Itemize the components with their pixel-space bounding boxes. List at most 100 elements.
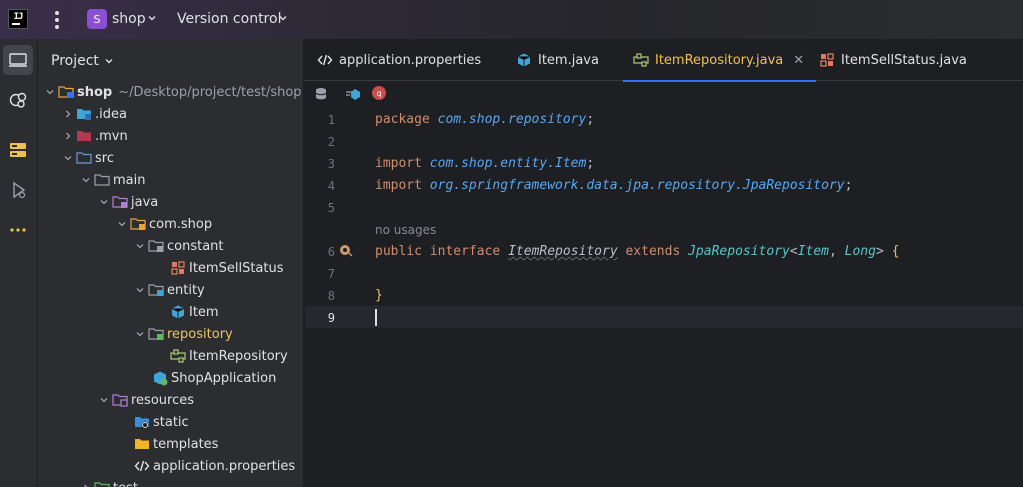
code-editor[interactable]: q 1 2 3 4 5 6 7 8 9 package com.shop.rep… bbox=[305, 82, 1023, 487]
line-number: 6 bbox=[327, 245, 335, 259]
text-caret bbox=[375, 309, 377, 326]
chevron-down-icon[interactable] bbox=[132, 238, 148, 254]
version-control-menu[interactable]: Version control bbox=[177, 11, 281, 27]
structure-icon[interactable] bbox=[3, 135, 33, 165]
line-number: 3 bbox=[327, 157, 335, 171]
tree-row-itemrepository[interactable]: ItemRepository bbox=[170, 345, 288, 367]
svg-text:q: q bbox=[376, 89, 381, 98]
code-line-1: package com.shop.repository; bbox=[375, 112, 595, 127]
chevron-down-icon[interactable] bbox=[147, 13, 157, 23]
code-line-4: import org.springframework.data.jpa.repo… bbox=[375, 178, 853, 193]
current-line-highlight bbox=[305, 306, 1023, 328]
tree-row-itemsellstatus[interactable]: ItemSellStatus bbox=[170, 257, 284, 279]
line-number: 8 bbox=[327, 289, 335, 303]
java-folder-icon bbox=[112, 194, 128, 210]
code-line-6: public interface ItemRepository extends … bbox=[375, 244, 900, 259]
line-number: 2 bbox=[327, 135, 335, 149]
services-icon[interactable] bbox=[3, 85, 33, 115]
folder-icon bbox=[134, 436, 150, 452]
project-name[interactable]: shop bbox=[112, 11, 146, 27]
chevron-down-icon[interactable] bbox=[104, 56, 114, 66]
line-number: 1 bbox=[327, 113, 335, 127]
qodana-icon[interactable]: q bbox=[372, 86, 386, 100]
interface-icon bbox=[633, 52, 649, 68]
tree-row-com-shop[interactable]: com.shop bbox=[114, 213, 212, 235]
source-folder-icon bbox=[76, 150, 92, 166]
spring-class-icon bbox=[152, 370, 168, 386]
tree-row-templates[interactable]: templates bbox=[134, 433, 218, 455]
tree-row-repository[interactable]: repository bbox=[132, 323, 233, 345]
tree-row-application-properties[interactable]: application.properties bbox=[134, 455, 295, 477]
more-icon[interactable] bbox=[3, 215, 33, 245]
line-number: 5 bbox=[327, 201, 335, 215]
chevron-down-icon[interactable] bbox=[114, 216, 130, 232]
entity-icon bbox=[516, 52, 532, 68]
close-icon[interactable]: ✕ bbox=[793, 53, 804, 68]
tree-row-entity[interactable]: entity bbox=[132, 279, 205, 301]
chevron-down-icon[interactable] bbox=[132, 282, 148, 298]
tree-row-mvn[interactable]: .mvn bbox=[60, 125, 128, 147]
title-bar: IJ S shop Version control bbox=[0, 0, 1023, 39]
line-number: 9 bbox=[327, 311, 335, 325]
project-badge[interactable]: S bbox=[87, 9, 107, 29]
chevron-right-icon[interactable] bbox=[60, 106, 76, 122]
database-icon[interactable] bbox=[313, 86, 329, 102]
panel-title[interactable]: Project bbox=[51, 53, 99, 69]
main-menu-icon[interactable] bbox=[49, 10, 65, 30]
tab-application-properties[interactable]: application.properties bbox=[317, 39, 481, 81]
chevron-down-icon[interactable] bbox=[78, 172, 94, 188]
tab-item-java[interactable]: Item.java bbox=[516, 39, 599, 81]
tree-row-idea[interactable]: .idea bbox=[60, 103, 127, 125]
folder-icon bbox=[76, 128, 92, 144]
tree-row-test[interactable]: test bbox=[78, 477, 138, 487]
tree-row-src[interactable]: src bbox=[60, 147, 114, 169]
package-icon bbox=[130, 216, 146, 232]
enum-icon bbox=[819, 52, 835, 68]
tree-row-shop[interactable]: shop ~/Desktop/project/test/shop bbox=[42, 81, 302, 103]
implementations-gutter-icon[interactable] bbox=[339, 243, 353, 261]
chevron-down-icon[interactable] bbox=[60, 150, 76, 166]
intellij-logo-icon[interactable]: IJ bbox=[8, 9, 28, 29]
tree-row-static[interactable]: static bbox=[134, 411, 189, 433]
interface-icon bbox=[170, 348, 186, 364]
line-number: 7 bbox=[327, 267, 335, 281]
properties-icon bbox=[317, 52, 333, 68]
tool-window-strip bbox=[0, 39, 38, 487]
editor-tabs: application.properties Item.java ItemRep… bbox=[305, 39, 1023, 82]
folder-icon bbox=[76, 106, 92, 122]
tree-row-main[interactable]: main bbox=[78, 169, 145, 191]
ai-assistant-icon[interactable] bbox=[345, 86, 361, 102]
chevron-down-icon[interactable] bbox=[96, 194, 112, 210]
code-line-3: import com.shop.entity.Item; bbox=[375, 156, 595, 171]
package-icon bbox=[148, 282, 164, 298]
entity-icon bbox=[170, 304, 186, 320]
module-folder-icon bbox=[58, 84, 74, 100]
package-icon bbox=[148, 326, 164, 342]
resources-folder-icon bbox=[112, 392, 128, 408]
debug-icon[interactable] bbox=[3, 175, 33, 205]
chevron-right-icon[interactable] bbox=[78, 480, 94, 487]
tab-itemrepository-java[interactable]: ItemRepository.java ✕ bbox=[623, 39, 817, 82]
web-folder-icon bbox=[134, 414, 150, 430]
folder-icon bbox=[94, 480, 110, 487]
chevron-down-icon[interactable] bbox=[132, 326, 148, 342]
tab-itemsellstatus-java[interactable]: ItemSellStatus.java bbox=[819, 39, 967, 81]
tree-row-constant[interactable]: constant bbox=[132, 235, 224, 257]
chevron-down-icon[interactable] bbox=[278, 13, 288, 23]
line-number: 4 bbox=[327, 179, 335, 193]
project-panel: Project shop ~/Desktop/project/test/shop… bbox=[38, 39, 304, 487]
usage-hint[interactable]: no usages bbox=[375, 223, 436, 237]
package-icon bbox=[148, 238, 164, 254]
chevron-down-icon[interactable] bbox=[96, 392, 112, 408]
tree-row-shopapplication[interactable]: ShopApplication bbox=[152, 367, 276, 389]
code-line-8: } bbox=[375, 288, 383, 303]
chevron-right-icon[interactable] bbox=[60, 128, 76, 144]
properties-icon bbox=[134, 458, 150, 474]
project-icon[interactable] bbox=[3, 45, 33, 75]
tree-row-resources[interactable]: resources bbox=[96, 389, 194, 411]
tree-row-java[interactable]: java bbox=[96, 191, 158, 213]
tree-row-item[interactable]: Item bbox=[170, 301, 219, 323]
enum-icon bbox=[170, 260, 186, 276]
chevron-down-icon[interactable] bbox=[42, 84, 58, 100]
folder-icon bbox=[94, 172, 110, 188]
